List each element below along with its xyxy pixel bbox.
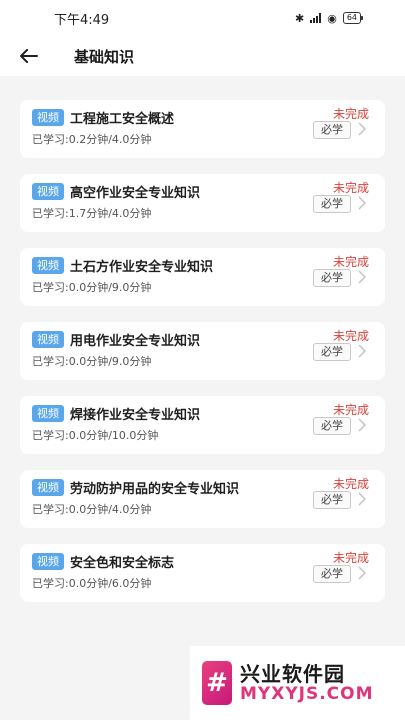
course-title: 劳动防护用品的安全专业知识 [70,482,240,497]
course-card[interactable]: 视频 焊接作业安全专业知识 已学习:0.0分钟/10.0分钟 未完成 必学 [20,396,385,454]
status-icons: ✱ ◉ 64 [294,11,364,25]
watermark-name: 兴业软件园 [240,661,345,686]
battery-icon: 64 [342,12,364,24]
arrow-left-icon[interactable] [20,46,40,66]
course-title: 用电作业安全专业知识 [70,334,201,349]
required-badge: 必学 [313,491,351,509]
video-tag: 视频 [32,331,64,348]
chevron-right-icon [358,122,367,136]
chevron-right-icon [358,492,367,506]
wifi-icon: ◉ [327,11,337,25]
course-title: 安全色和安全标志 [70,556,175,571]
course-list: 视频 工程施工安全概述 已学习:0.2分钟/4.0分钟 未完成 必学 视频 高空… [0,76,405,602]
signal-icon [310,13,322,23]
watermark: # 兴业软件园 MYXYJS.COM [190,646,405,720]
required-badge: 必学 [313,121,351,139]
status-bar: 下午4:49 ✱ ◉ 64 [0,0,405,36]
chevron-right-icon [358,566,367,580]
status-time: 下午4:49 [54,12,110,28]
chevron-right-icon [358,270,367,284]
course-title: 工程施工安全概述 [70,112,175,127]
course-title: 土石方作业安全专业知识 [70,260,214,275]
course-title: 焊接作业安全专业知识 [70,408,201,423]
bluetooth-icon: ✱ [294,11,305,25]
watermark-logo-icon: # [202,661,232,705]
chevron-right-icon [358,196,367,210]
course-status: 未完成 [332,403,369,417]
watermark-url: MYXYJS.COM [240,683,374,704]
chevron-right-icon [358,418,367,432]
video-tag: 视频 [32,109,64,126]
course-card[interactable]: 视频 劳动防护用品的安全专业知识 已学习:0.0分钟/4.0分钟 未完成 必学 [20,470,385,528]
video-tag: 视频 [32,405,64,422]
course-card[interactable]: 视频 工程施工安全概述 已学习:0.2分钟/4.0分钟 未完成 必学 [20,100,385,158]
course-status: 未完成 [332,181,369,195]
course-status: 未完成 [332,551,369,565]
video-tag: 视频 [32,553,64,570]
video-tag: 视频 [32,183,64,200]
required-badge: 必学 [313,343,351,361]
course-card[interactable]: 视频 安全色和安全标志 已学习:0.0分钟/6.0分钟 未完成 必学 [20,544,385,602]
video-tag: 视频 [32,257,64,274]
course-title: 高空作业安全专业知识 [70,186,201,201]
chevron-right-icon [358,344,367,358]
required-badge: 必学 [313,417,351,435]
course-card[interactable]: 视频 用电作业安全专业知识 已学习:0.0分钟/9.0分钟 未完成 必学 [20,322,385,380]
app-header: 基础知识 [0,36,405,76]
course-status: 未完成 [332,329,369,343]
required-badge: 必学 [313,269,351,287]
course-card[interactable]: 视频 高空作业安全专业知识 已学习:1.7分钟/4.0分钟 未完成 必学 [20,174,385,232]
course-status: 未完成 [332,255,369,269]
course-status: 未完成 [332,107,369,121]
video-tag: 视频 [32,479,64,496]
required-badge: 必学 [313,195,351,213]
page-title: 基础知识 [74,47,135,66]
required-badge: 必学 [313,565,351,583]
course-status: 未完成 [332,477,369,491]
course-card[interactable]: 视频 土石方作业安全专业知识 已学习:0.0分钟/9.0分钟 未完成 必学 [20,248,385,306]
